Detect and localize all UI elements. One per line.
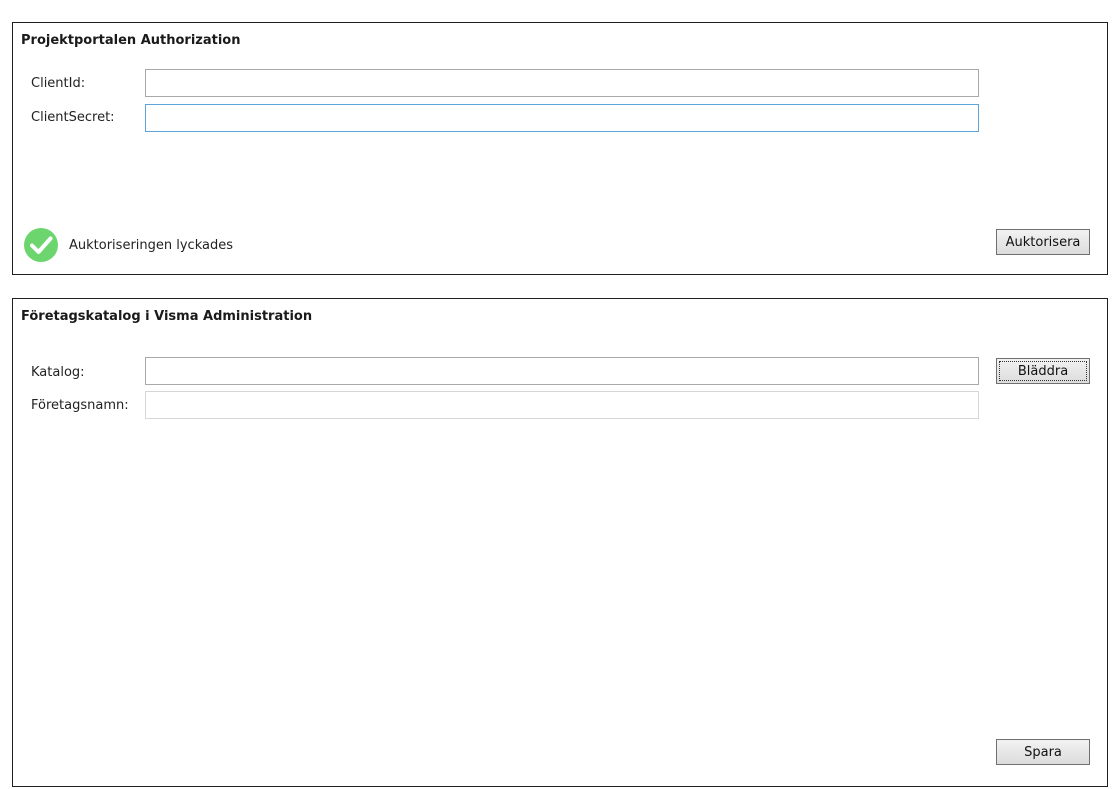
check-circle-icon [23, 227, 59, 263]
company-name-field [145, 391, 979, 419]
company-name-label: Företagsnamn: [31, 398, 129, 413]
client-id-input[interactable] [145, 69, 979, 97]
save-button[interactable]: Spara [996, 739, 1090, 765]
browse-button[interactable]: Bläddra [996, 358, 1090, 384]
authorization-status-text: Auktoriseringen lyckades [69, 237, 233, 253]
authorization-status: Auktoriseringen lyckades [23, 227, 233, 263]
authorization-panel-title: Projektportalen Authorization [21, 33, 241, 48]
authorize-button[interactable]: Auktorisera [996, 229, 1090, 255]
client-id-label: ClientId: [31, 76, 86, 91]
company-catalog-panel-title: Företagskatalog i Visma Administration [21, 309, 313, 324]
catalog-input[interactable] [145, 357, 979, 385]
authorization-panel: Projektportalen Authorization ClientId: … [12, 22, 1108, 275]
client-secret-input[interactable] [145, 104, 979, 132]
client-secret-label: ClientSecret: [31, 110, 115, 125]
company-catalog-panel: Företagskatalog i Visma Administration K… [12, 298, 1108, 787]
catalog-label: Katalog: [31, 365, 85, 380]
